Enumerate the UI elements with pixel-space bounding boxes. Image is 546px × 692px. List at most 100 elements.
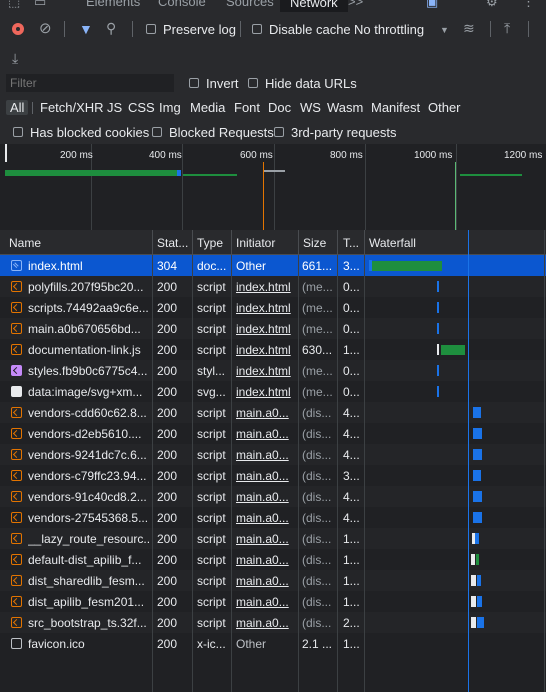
throttling-select[interactable]: No throttling xyxy=(354,22,424,37)
script-icon xyxy=(11,512,22,523)
waterfall-bar xyxy=(477,596,482,607)
request-initiator[interactable]: main.a0... xyxy=(236,616,298,630)
request-type: script xyxy=(197,343,226,357)
request-row[interactable]: index.html 304 doc... Other 661... 3... xyxy=(0,255,546,276)
request-initiator[interactable]: main.a0... xyxy=(236,406,298,420)
type-filter-media[interactable]: Media xyxy=(190,100,225,115)
column-header-name[interactable]: Name xyxy=(9,236,41,250)
settings-gear-icon[interactable]: ⚙ xyxy=(486,0,498,10)
column-header-status[interactable]: Stat... xyxy=(157,236,188,250)
more-tabs-button[interactable]: >> xyxy=(348,0,363,9)
column-divider xyxy=(231,255,232,692)
request-row[interactable]: data:image/svg+xm... 200 svg... index.html (… xyxy=(0,381,546,402)
inspect-element-icon[interactable]: ⬚ xyxy=(8,0,20,10)
request-initiator[interactable]: index.html xyxy=(236,322,298,336)
blocked-cookies-checkbox[interactable] xyxy=(13,127,23,137)
request-row[interactable]: main.a0b670656bd... 200 script index.html (m… xyxy=(0,318,546,339)
request-row[interactable]: polyfills.207f95bc20... 200 script index.ht… xyxy=(0,276,546,297)
request-size: (dis... xyxy=(302,406,332,420)
request-row[interactable]: vendors-cdd60c62.8... 200 script main.a0...… xyxy=(0,402,546,423)
type-filter-font[interactable]: Font xyxy=(234,100,260,115)
type-filter-css[interactable]: CSS xyxy=(128,100,155,115)
request-initiator[interactable]: index.html xyxy=(236,301,298,315)
waterfall-bar xyxy=(372,260,442,271)
request-initiator[interactable]: index.html xyxy=(236,385,298,399)
type-filter-img[interactable]: Img xyxy=(159,100,181,115)
request-row[interactable]: __lazy_route_resourc... 200 script main.a0.… xyxy=(0,528,546,549)
record-icon[interactable] xyxy=(12,23,24,35)
request-row[interactable]: vendors-d2eb5610.... 200 script main.a0... (… xyxy=(0,423,546,444)
request-row[interactable]: vendors-27545368.5... 200 script main.a0...… xyxy=(0,507,546,528)
request-row[interactable]: dist_apilib_fesm201... 200 script main.a0..… xyxy=(0,591,546,612)
filter-icon[interactable]: ▼ xyxy=(79,22,93,36)
network-conditions-icon[interactable]: ≋ xyxy=(463,21,475,35)
type-filter-all[interactable]: All xyxy=(6,100,29,115)
request-row[interactable]: default-dist_apilib_f... 200 script main.a0… xyxy=(0,549,546,570)
type-filter-doc[interactable]: Doc xyxy=(268,100,291,115)
tab-console[interactable]: Console xyxy=(158,0,206,9)
request-type: script xyxy=(197,511,226,525)
request-time: 1... xyxy=(343,574,360,588)
request-row[interactable]: documentation-link.js 200 script index.html… xyxy=(0,339,546,360)
request-initiator[interactable]: index.html xyxy=(236,343,298,357)
column-header-initiator[interactable]: Initiator xyxy=(236,236,275,250)
request-initiator[interactable]: main.a0... xyxy=(236,595,298,609)
overview-left-handle[interactable] xyxy=(5,144,7,162)
request-initiator[interactable]: index.html xyxy=(236,280,298,294)
column-header-size[interactable]: Size xyxy=(303,236,326,250)
request-initiator[interactable]: main.a0... xyxy=(236,553,298,567)
request-row[interactable]: styles.fb9b0c6775c4... 200 styl... index.ht… xyxy=(0,360,546,381)
column-header-type[interactable]: Type xyxy=(197,236,223,250)
type-filter-manifest[interactable]: Manifest xyxy=(371,100,420,115)
request-row[interactable]: vendors-c79ffc23.94... 200 script main.a0..… xyxy=(0,465,546,486)
third-party-checkbox[interactable] xyxy=(274,127,284,137)
invert-checkbox[interactable] xyxy=(189,78,199,88)
import-har-icon[interactable]: ⤒ xyxy=(504,21,510,35)
request-initiator[interactable]: main.a0... xyxy=(236,574,298,588)
tab-sources[interactable]: Sources xyxy=(226,0,274,9)
request-row[interactable]: favicon.ico 200 x-ic... Other 2.1 ... 1... xyxy=(0,633,546,654)
request-size: 630... xyxy=(302,343,333,357)
request-initiator[interactable]: main.a0... xyxy=(236,427,298,441)
type-filter-wasm[interactable]: Wasm xyxy=(327,100,363,115)
request-initiator[interactable]: main.a0... xyxy=(236,469,298,483)
clear-icon[interactable]: ⊘ xyxy=(39,21,52,36)
request-row[interactable]: src_bootstrap_ts.32f... 200 script main.a0.… xyxy=(0,612,546,633)
type-filter-js[interactable]: JS xyxy=(107,100,122,115)
request-initiator[interactable]: index.html xyxy=(236,364,298,378)
disable-cache-checkbox[interactable] xyxy=(252,24,262,34)
stylesheet-icon xyxy=(11,365,22,376)
issues-icon[interactable]: ▣ xyxy=(426,0,438,10)
tab-elements[interactable]: Elements xyxy=(86,0,140,9)
export-har-icon[interactable]: ⤓ xyxy=(12,51,18,65)
request-size: (dis... xyxy=(302,490,332,504)
request-row[interactable]: vendors-9241dc7c.6... 200 script main.a0...… xyxy=(0,444,546,465)
request-row[interactable]: dist_sharedlib_fesm... 200 script main.a0..… xyxy=(0,570,546,591)
hide-data-urls-checkbox[interactable] xyxy=(248,78,258,88)
request-row[interactable]: vendors-91c40cd8.2... 200 script main.a0...… xyxy=(0,486,546,507)
requests-table-header: Name Stat... Type Initiator Size T... Wa… xyxy=(0,230,546,255)
request-row[interactable]: scripts.74492aa9c6e... 200 script index.htm… xyxy=(0,297,546,318)
request-name: default-dist_apilib_f... xyxy=(28,553,142,567)
search-icon[interactable]: ⚲ xyxy=(106,21,116,35)
request-initiator[interactable]: main.a0... xyxy=(236,532,298,546)
request-status: 200 xyxy=(157,427,178,441)
type-filter-other[interactable]: Other xyxy=(428,100,461,115)
column-header-time[interactable]: T... xyxy=(343,236,359,250)
network-overview[interactable]: 200 ms 400 ms 600 ms 800 ms 1000 ms 1200… xyxy=(0,144,546,231)
request-status: 200 xyxy=(157,469,178,483)
type-filter-fetch-xhr[interactable]: Fetch/XHR xyxy=(40,100,104,115)
preserve-log-checkbox[interactable] xyxy=(146,24,156,34)
column-header-waterfall[interactable]: Waterfall xyxy=(369,236,416,250)
more-options-icon[interactable]: ⋮ xyxy=(522,0,535,10)
filter-input[interactable] xyxy=(6,74,174,92)
request-size: 2.1 ... xyxy=(302,637,333,651)
request-initiator[interactable]: main.a0... xyxy=(236,511,298,525)
tab-network[interactable]: Network xyxy=(280,0,348,12)
blocked-requests-checkbox[interactable] xyxy=(152,127,162,137)
request-initiator[interactable]: main.a0... xyxy=(236,490,298,504)
type-filter-ws[interactable]: WS xyxy=(300,100,321,115)
chevron-down-icon[interactable]: ▼ xyxy=(440,23,449,37)
device-toolbar-icon[interactable]: ▭ xyxy=(34,0,46,10)
request-initiator[interactable]: main.a0... xyxy=(236,448,298,462)
